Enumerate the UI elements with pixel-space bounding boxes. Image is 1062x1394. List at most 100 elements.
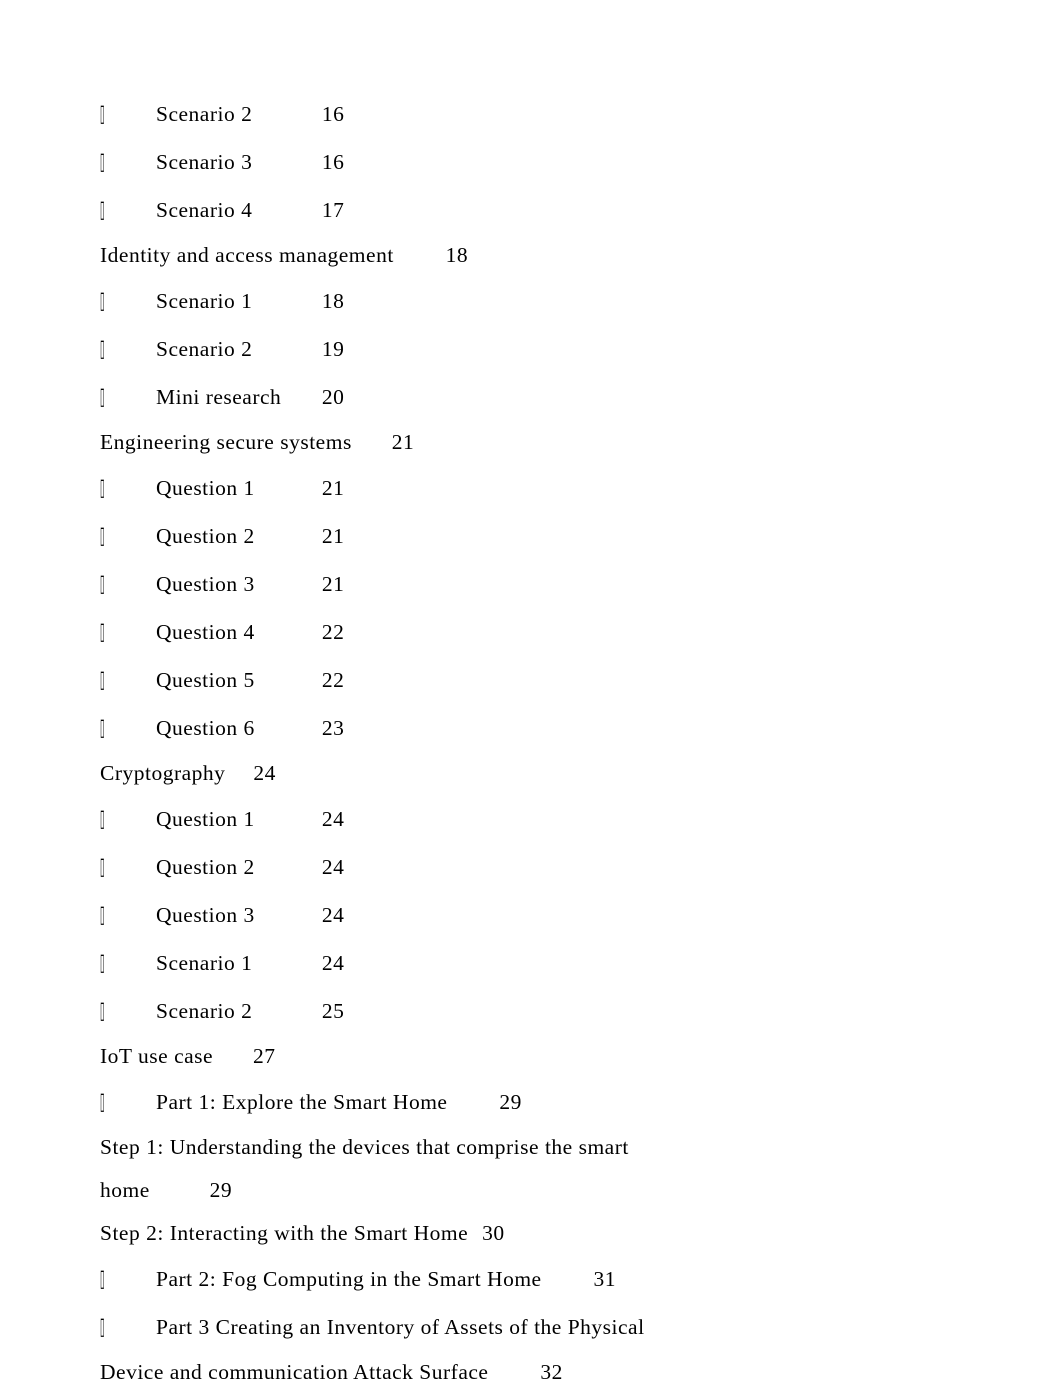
toc-page: 29	[499, 1090, 522, 1114]
toc-label: Step 1: Understanding the devices that c…	[100, 1135, 629, 1159]
bullet-icon: ▯	[100, 656, 156, 704]
bullet-icon: ▯	[100, 891, 156, 939]
toc-entry: ▯ Question 3 21	[100, 560, 962, 608]
toc-entry-content: Mini research 20	[156, 376, 962, 419]
toc-entry-content: Question 6 23	[156, 707, 962, 750]
toc-entry-content: Question 3 21	[156, 563, 962, 606]
toc-label: Scenario 1	[156, 280, 316, 323]
toc-entry-content: Part 2: Fog Computing in the Smart Home …	[156, 1258, 962, 1301]
toc-entry-content: Scenario 2 19	[156, 328, 962, 371]
toc-label: Scenario 4	[156, 189, 316, 232]
toc-label: IoT use case	[100, 1044, 213, 1068]
toc-entry: ▯ Question 2 21	[100, 512, 962, 560]
toc-page: 18	[446, 243, 469, 267]
toc-entry: ▯ Question 1 21	[100, 464, 962, 512]
toc-label: Device and communication Attack Surface	[100, 1360, 534, 1384]
toc-label: Question 6	[156, 707, 316, 750]
toc-label: Question 2	[156, 515, 316, 558]
toc-entry-content: Question 4 22	[156, 611, 962, 654]
toc-entry-content: Question 1 21	[156, 467, 962, 510]
toc-label: Question 3	[156, 894, 316, 937]
toc-entry: ▯ Scenario 1 24	[100, 939, 962, 987]
bullet-icon: ▯	[100, 138, 156, 186]
toc-page: 21	[322, 476, 345, 500]
toc-page: 23	[322, 716, 345, 740]
toc-label: Scenario 1	[156, 942, 316, 985]
toc-label: home	[100, 1178, 150, 1202]
toc-entry: ▯ Question 3 24	[100, 891, 962, 939]
bullet-icon: ▯	[100, 373, 156, 421]
toc-page: 32	[540, 1360, 563, 1384]
toc-label: Question 2	[156, 846, 316, 889]
toc-entry-content: Question 5 22	[156, 659, 962, 702]
toc-label: Question 1	[156, 798, 316, 841]
toc-entry-content: Scenario 3 16	[156, 141, 962, 184]
toc-label: Engineering secure systems	[100, 430, 386, 454]
toc-entry-content: Question 2 24	[156, 846, 962, 889]
toc-entry-content: Scenario 4 17	[156, 189, 962, 232]
toc-entry: ▯ Part 2: Fog Computing in the Smart Hom…	[100, 1255, 962, 1303]
toc-label: Part 3 Creating an Inventory of Assets o…	[156, 1315, 645, 1339]
toc-entry-content: Part 3 Creating an Inventory of Assets o…	[156, 1306, 962, 1349]
toc-label: Identity and access management	[100, 243, 440, 267]
toc-label: Step 2: Interacting with the Smart Home	[100, 1221, 476, 1245]
toc-page: 21	[392, 430, 415, 454]
bullet-icon: ▯	[100, 1303, 156, 1351]
toc-entry: ▯ Scenario 2 19	[100, 325, 962, 373]
bullet-icon: ▯	[100, 704, 156, 752]
toc-section: IoT use case 27	[100, 1035, 962, 1078]
toc-label: Scenario 3	[156, 141, 316, 184]
toc-entry: ▯ Scenario 3 16	[100, 138, 962, 186]
toc-label: Question 5	[156, 659, 316, 702]
bullet-icon: ▯	[100, 560, 156, 608]
toc-label: Question 1	[156, 467, 316, 510]
toc-page: 29	[210, 1178, 233, 1202]
toc-page: ▯ Scenario 2 16 ▯ Scenario 3 16 ▯ Scenar…	[100, 90, 962, 1394]
toc-step: Step 1: Understanding the devices that c…	[100, 1126, 962, 1169]
toc-page: 16	[322, 150, 345, 174]
bullet-icon: ▯	[100, 1255, 156, 1303]
toc-page: 24	[322, 951, 345, 975]
toc-label: Scenario 2	[156, 990, 316, 1033]
toc-label: Scenario 2	[156, 93, 316, 136]
toc-page: 18	[322, 289, 345, 313]
toc-label: Part 2: Fog Computing in the Smart Home	[156, 1267, 588, 1291]
toc-entry-content: Question 3 24	[156, 894, 962, 937]
toc-entry-content: Scenario 1 24	[156, 942, 962, 985]
bullet-icon: ▯	[100, 987, 156, 1035]
toc-page: 20	[322, 385, 345, 409]
bullet-icon: ▯	[100, 464, 156, 512]
bullet-icon: ▯	[100, 1078, 156, 1126]
toc-entry: ▯ Question 1 24	[100, 795, 962, 843]
toc-entry: ▯ Part 3 Creating an Inventory of Assets…	[100, 1303, 962, 1351]
bullet-icon: ▯	[100, 939, 156, 987]
toc-page: 21	[322, 524, 345, 548]
bullet-icon: ▯	[100, 512, 156, 560]
toc-entry: ▯ Scenario 1 18	[100, 277, 962, 325]
toc-entry-content: Scenario 2 25	[156, 990, 962, 1033]
bullet-icon: ▯	[100, 843, 156, 891]
bullet-icon: ▯	[100, 795, 156, 843]
toc-page: 30	[482, 1221, 505, 1245]
toc-entry-content: Question 1 24	[156, 798, 962, 841]
bullet-icon: ▯	[100, 186, 156, 234]
toc-entry: ▯ Mini research 20	[100, 373, 962, 421]
toc-page: 22	[322, 668, 345, 692]
toc-entry-content: Scenario 1 18	[156, 280, 962, 323]
toc-entry: ▯ Part 1: Explore the Smart Home 29	[100, 1078, 962, 1126]
toc-page: 19	[322, 337, 345, 361]
toc-page: 21	[322, 572, 345, 596]
toc-page: 24	[322, 903, 345, 927]
toc-page: 31	[593, 1267, 616, 1291]
toc-label: Mini research	[156, 376, 316, 419]
bullet-icon: ▯	[100, 608, 156, 656]
toc-section: Cryptography 24	[100, 752, 962, 795]
toc-entry: ▯ Question 5 22	[100, 656, 962, 704]
toc-page: 22	[322, 620, 345, 644]
toc-entry-content: Scenario 2 16	[156, 93, 962, 136]
toc-page: 27	[253, 1044, 276, 1068]
bullet-icon: ▯	[100, 277, 156, 325]
toc-entry-content: Question 2 21	[156, 515, 962, 558]
toc-label: Question 4	[156, 611, 316, 654]
toc-entry: ▯ Question 4 22	[100, 608, 962, 656]
